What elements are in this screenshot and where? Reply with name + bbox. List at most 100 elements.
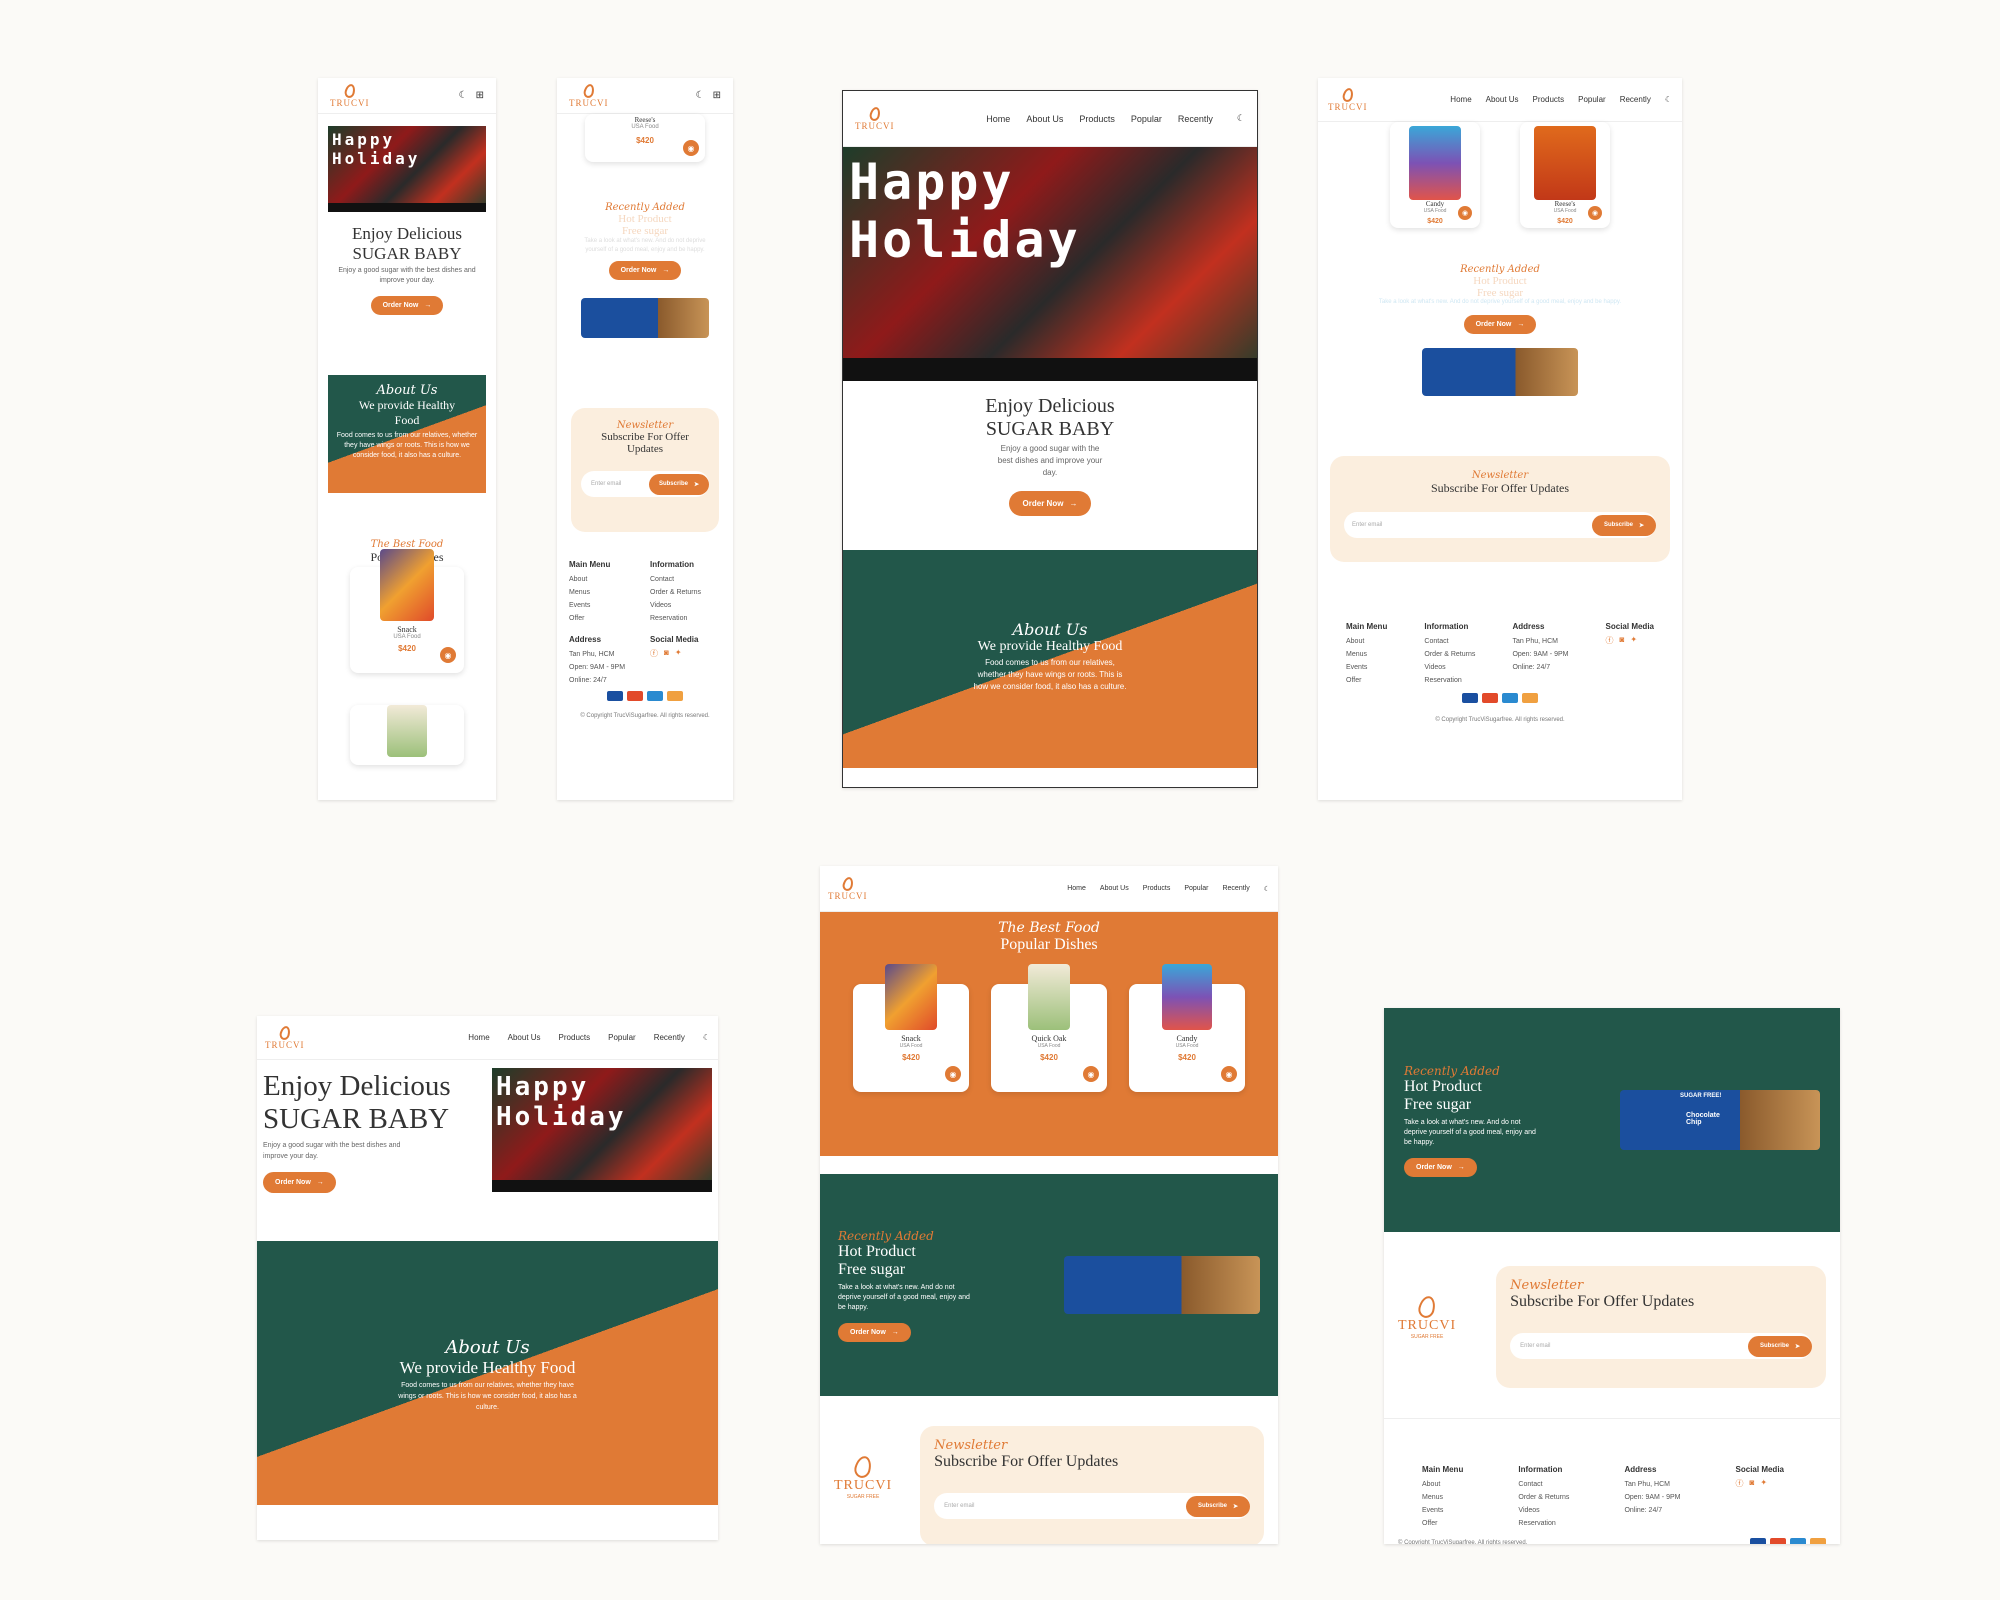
product-card[interactable]: Snack USA Food $420 ◉ <box>350 549 464 673</box>
twitter-icon[interactable]: ✦ <box>675 648 682 659</box>
order-now-button[interactable]: Order Now → <box>1404 1157 1477 1177</box>
footer-link[interactable]: Menus <box>1346 648 1387 661</box>
nav-menu: Home About Us Products Popular Recently … <box>1067 885 1270 893</box>
nav-about[interactable]: About Us <box>1026 114 1063 124</box>
email-field[interactable]: Enter email Subscribe ➤ <box>1344 512 1656 538</box>
nav-recently[interactable]: Recently <box>1222 885 1249 892</box>
footer-link[interactable]: Videos <box>650 599 721 612</box>
subscribe-button[interactable]: Subscribe ➤ <box>1185 1495 1250 1517</box>
footer-link[interactable]: Contact <box>1518 1478 1569 1491</box>
footer-link[interactable]: Menus <box>569 586 640 599</box>
subscribe-button[interactable]: Subscribe ➤ <box>1747 1335 1812 1357</box>
facebook-icon[interactable]: ⓕ <box>1606 635 1614 646</box>
footer-link[interactable]: Events <box>569 599 640 612</box>
footer-link[interactable]: Videos <box>1518 1504 1569 1517</box>
product-card[interactable]: Snack USA Food $420 ◉ <box>853 964 969 1092</box>
order-now-button[interactable]: Order Now → <box>838 1322 911 1342</box>
product-card[interactable] <box>350 705 464 765</box>
cart-button[interactable]: ◉ <box>1083 1066 1099 1082</box>
footer-link[interactable]: About <box>569 573 640 586</box>
moon-icon[interactable]: ☾ <box>696 90 705 101</box>
nav-home[interactable]: Home <box>1067 885 1086 892</box>
moon-icon[interactable]: ☾ <box>459 90 468 101</box>
product-card[interactable]: Reese's USA Food $420 ◉ <box>1520 122 1610 228</box>
nav-products[interactable]: Products <box>1079 114 1115 124</box>
moon-icon[interactable]: ☾ <box>703 1033 710 1042</box>
twitter-icon[interactable]: ✦ <box>1630 635 1637 646</box>
nav-popular[interactable]: Popular <box>1184 885 1208 892</box>
moon-icon[interactable]: ☾ <box>1237 113 1245 124</box>
nav-products[interactable]: Products <box>1533 95 1565 104</box>
cart-button[interactable]: ◉ <box>1458 206 1472 220</box>
subscribe-button[interactable]: Subscribe ➤ <box>1591 514 1656 536</box>
footer-link[interactable]: Contact <box>650 573 721 586</box>
footer-link[interactable]: Videos <box>1424 661 1475 674</box>
facebook-icon[interactable]: ⓕ <box>1736 1478 1744 1489</box>
order-now-button[interactable]: Order Now → <box>608 261 682 280</box>
email-field[interactable]: Enter email Subscribe ➤ <box>581 471 709 497</box>
footer-link[interactable]: Offer <box>1346 674 1387 687</box>
footer-link[interactable]: About <box>1346 635 1387 648</box>
moon-icon[interactable]: ☾ <box>1665 95 1672 104</box>
nav-home[interactable]: Home <box>986 114 1010 124</box>
logo[interactable]: TRUCVI <box>569 82 609 108</box>
product-card[interactable]: Quick Oak USA Food $420 ◉ <box>991 964 1107 1092</box>
email-field[interactable]: Enter email Subscribe ➤ <box>934 1493 1250 1519</box>
logo[interactable]: TRUCVI <box>330 82 370 108</box>
order-now-button[interactable]: Order Now → <box>1463 315 1537 334</box>
instagram-icon[interactable]: ◙ <box>1750 1478 1755 1489</box>
nav-recently[interactable]: Recently <box>1620 95 1651 104</box>
nav-popular[interactable]: Popular <box>1131 114 1162 124</box>
email-field[interactable]: Enter email Subscribe ➤ <box>1510 1333 1812 1359</box>
logo[interactable]: TRUCVI <box>265 1024 305 1050</box>
order-now-button[interactable]: Order Now → <box>370 296 444 315</box>
cart-button[interactable]: ◉ <box>683 140 699 156</box>
footer-link[interactable]: Menus <box>1422 1491 1463 1504</box>
cart-button[interactable]: ◉ <box>440 647 456 663</box>
product-card[interactable]: Candy USA Food $420 ◉ <box>1390 122 1480 228</box>
nav-popular[interactable]: Popular <box>608 1033 636 1042</box>
product-card[interactable]: Reese's USA Food $420 ◉ <box>585 114 705 162</box>
footer-link[interactable]: Reservation <box>1518 1517 1569 1530</box>
nav-products[interactable]: Products <box>1143 885 1171 892</box>
nav-recently[interactable]: Recently <box>1178 114 1213 124</box>
product-name: Reese's <box>634 116 656 124</box>
nav-home[interactable]: Home <box>1450 95 1471 104</box>
logo[interactable]: TRUCVI <box>1328 86 1368 112</box>
footer-link[interactable]: Reservation <box>650 612 721 625</box>
cart-button[interactable]: ◉ <box>1588 206 1602 220</box>
footer-link[interactable]: Order & Returns <box>1424 648 1475 661</box>
footer-link[interactable]: Offer <box>1422 1517 1463 1530</box>
footer-link[interactable]: Contact <box>1424 635 1475 648</box>
cart-button[interactable]: ◉ <box>1221 1066 1237 1082</box>
nav-about[interactable]: About Us <box>1100 885 1129 892</box>
subscribe-button[interactable]: Subscribe ➤ <box>648 473 709 495</box>
instagram-icon[interactable]: ◙ <box>664 648 669 659</box>
nav-home[interactable]: Home <box>468 1033 489 1042</box>
nav-products[interactable]: Products <box>559 1033 591 1042</box>
twitter-icon[interactable]: ✦ <box>1760 1478 1767 1489</box>
product-card[interactable]: Candy USA Food $420 ◉ <box>1129 964 1245 1092</box>
nav-about[interactable]: About Us <box>508 1033 541 1042</box>
footer-link[interactable]: Reservation <box>1424 674 1475 687</box>
order-now-button[interactable]: Order Now → <box>1008 491 1092 516</box>
menu-grid-icon[interactable]: ⊞ <box>476 90 484 101</box>
footer-link[interactable]: Events <box>1346 661 1387 674</box>
logo[interactable]: TRUCVI <box>828 875 868 901</box>
cart-button[interactable]: ◉ <box>945 1066 961 1082</box>
footer-link[interactable]: About <box>1422 1478 1463 1491</box>
moon-icon[interactable]: ☾ <box>1264 885 1270 893</box>
arrow-right-icon: → <box>1069 499 1078 508</box>
footer-link[interactable]: Events <box>1422 1504 1463 1517</box>
nav-recently[interactable]: Recently <box>654 1033 685 1042</box>
logo[interactable]: TRUCVI <box>855 105 895 131</box>
facebook-icon[interactable]: ⓕ <box>650 648 658 659</box>
nav-about[interactable]: About Us <box>1486 95 1519 104</box>
footer-link[interactable]: Offer <box>569 612 640 625</box>
menu-grid-icon[interactable]: ⊞ <box>713 90 721 101</box>
footer-link[interactable]: Order & Returns <box>1518 1491 1569 1504</box>
footer-link[interactable]: Order & Returns <box>650 586 721 599</box>
instagram-icon[interactable]: ◙ <box>1620 635 1625 646</box>
nav-popular[interactable]: Popular <box>1578 95 1606 104</box>
order-now-button[interactable]: Order Now → <box>263 1172 336 1193</box>
